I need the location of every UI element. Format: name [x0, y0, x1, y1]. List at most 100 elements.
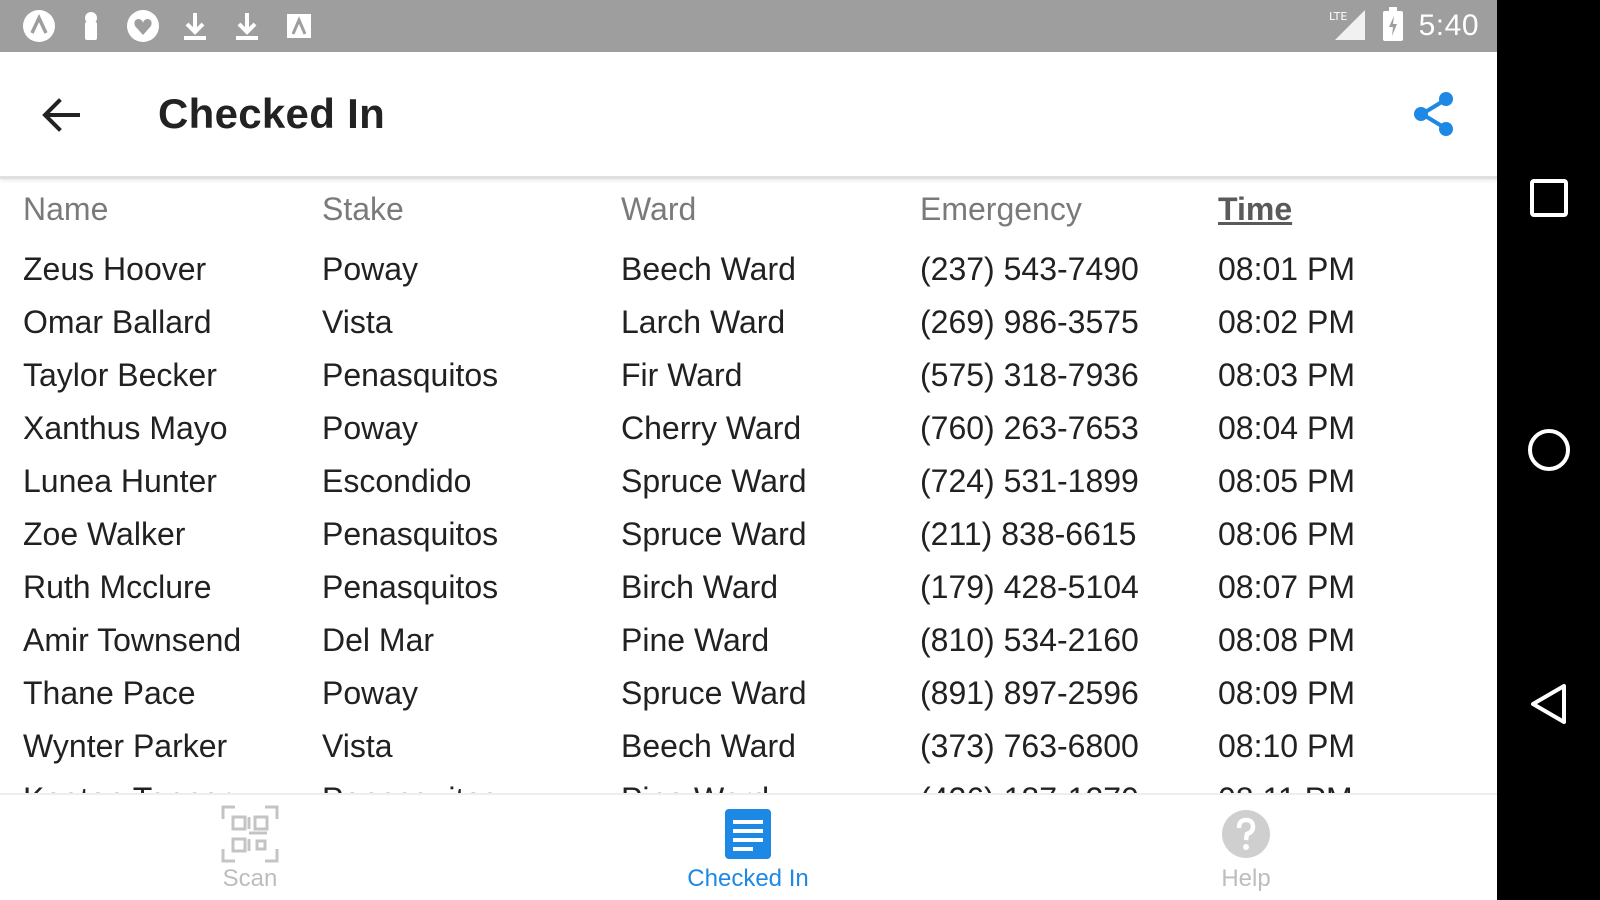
cell-stake: Poway [322, 410, 419, 446]
a-circle-icon [22, 9, 56, 43]
cell-emergency: (373) 763-6800 [920, 728, 1139, 764]
bottom-navigation: Scan Checked In Help [0, 793, 1497, 900]
app-bar: Checked In [0, 52, 1497, 179]
cell-emergency: (426) 187-1270 [920, 773, 1139, 793]
home-circle-icon[interactable] [1526, 427, 1572, 473]
table-row[interactable]: Lunea Hunter Escondido Spruce Ward (724)… [0, 455, 1497, 507]
cell-time: 08:09 PM [1218, 675, 1355, 711]
cell-stake: Escondido [322, 463, 472, 499]
table-row[interactable]: Amir Townsend Del Mar Pine Ward (810) 53… [0, 614, 1497, 666]
cell-time: 08:08 PM [1218, 622, 1355, 658]
checked-in-table: Name Stake Ward Emergency Time Zeus Hoov… [0, 180, 1497, 793]
cell-time: 08:11 PM [1218, 773, 1353, 793]
column-header-emergency[interactable]: Emergency [920, 183, 1082, 235]
cell-time: 08:07 PM [1218, 569, 1355, 605]
nav-item-help[interactable]: Help [1126, 795, 1366, 900]
cell-ward: Spruce Ward [621, 463, 807, 499]
table-row[interactable]: Xanthus Mayo Poway Cherry Ward (760) 263… [0, 402, 1497, 454]
cell-stake: Vista [322, 304, 393, 340]
lte-signal-icon: LTE [1327, 6, 1367, 47]
back-triangle-icon[interactable] [1526, 681, 1572, 727]
status-time: 5:40 [1418, 9, 1479, 42]
system-navigation-bar [1497, 0, 1600, 900]
table-row[interactable]: Ruth Mcclure Penasquitos Birch Ward (179… [0, 561, 1497, 613]
table-row[interactable]: Taylor Becker Penasquitos Fir Ward (575)… [0, 349, 1497, 401]
cell-stake: Vista [322, 728, 393, 764]
cell-time: 08:04 PM [1218, 410, 1355, 446]
cell-emergency: (179) 428-5104 [920, 569, 1139, 605]
table-row[interactable]: Thane Pace Poway Spruce Ward (891) 897-2… [0, 667, 1497, 719]
cell-stake: Penasquitos [322, 516, 499, 552]
status-system: LTE 5:40 [1327, 6, 1479, 46]
qr-code-icon [221, 805, 279, 863]
cell-time: 08:02 PM [1218, 304, 1355, 340]
cell-name: Xanthus Mayo [23, 410, 228, 446]
nav-item-checked-in[interactable]: Checked In [628, 795, 868, 900]
cell-emergency: (211) 838-6615 [920, 516, 1137, 552]
app-screen: LTE 5:40 Checked In Name Stake Ward Emer… [0, 0, 1497, 900]
list-document-icon [719, 805, 777, 863]
cell-name: Zoe Walker [23, 516, 186, 552]
cell-name: Omar Ballard [23, 304, 212, 340]
recents-square-icon[interactable] [1526, 175, 1572, 221]
cell-ward: Beech Ward [621, 251, 796, 287]
cell-name: Wynter Parker [23, 728, 228, 764]
cell-ward: Spruce Ward [621, 675, 807, 711]
download-icon [230, 9, 264, 43]
cell-time: 08:06 PM [1218, 516, 1355, 552]
cell-name: Thane Pace [23, 675, 196, 711]
nav-label: Scan [222, 865, 278, 892]
cell-ward: Larch Ward [621, 304, 786, 340]
table-row[interactable]: Keaton Tanner Penasquitos Pine Ward (426… [0, 773, 1497, 793]
cell-name: Zeus Hoover [23, 251, 207, 287]
cell-ward: Cherry Ward [621, 410, 802, 446]
column-header-stake[interactable]: Stake [322, 183, 404, 235]
cell-ward: Spruce Ward [621, 516, 807, 552]
column-header-name[interactable]: Name [23, 183, 108, 235]
table-row[interactable]: Zeus Hoover Poway Beech Ward (237) 543-7… [0, 243, 1497, 295]
heart-circle-icon [126, 9, 160, 43]
svg-text:LTE: LTE [1329, 10, 1347, 23]
cell-ward: Fir Ward [621, 357, 743, 393]
cell-emergency: (237) 543-7490 [920, 251, 1139, 287]
column-header-time[interactable]: Time [1218, 183, 1292, 235]
column-header-ward[interactable]: Ward [621, 183, 696, 235]
cell-stake: Poway [322, 251, 419, 287]
cell-emergency: (724) 531-1899 [920, 463, 1139, 499]
cell-time: 08:03 PM [1218, 357, 1355, 393]
notification-icon [74, 9, 108, 43]
cell-stake: Penasquitos [322, 773, 498, 793]
status-notifications [22, 8, 316, 44]
cell-name: Amir Townsend [23, 622, 242, 658]
table-row[interactable]: Wynter Parker Vista Beech Ward (373) 763… [0, 720, 1497, 772]
status-bar: LTE 5:40 [0, 0, 1497, 52]
nav-label: Help [1221, 865, 1271, 892]
cell-name: Ruth Mcclure [23, 569, 212, 605]
cell-emergency: (269) 986-3575 [920, 304, 1139, 340]
cell-emergency: (575) 318-7936 [920, 357, 1139, 393]
battery-icon [1381, 6, 1405, 47]
cell-emergency: (810) 534-2160 [920, 622, 1139, 658]
cell-stake: Penasquitos [322, 569, 499, 605]
cell-ward: Pine Ward [621, 622, 770, 658]
table-row[interactable]: Zoe Walker Penasquitos Spruce Ward (211)… [0, 508, 1497, 560]
cell-stake: Poway [322, 675, 419, 711]
nav-item-scan[interactable]: Scan [130, 795, 370, 900]
cell-name: Keaton Tanner [23, 773, 231, 793]
nav-label: Checked In [687, 865, 809, 892]
cell-name: Taylor Becker [23, 357, 217, 393]
cell-emergency: (760) 263-7653 [920, 410, 1139, 446]
cell-stake: Del Mar [322, 622, 435, 658]
cell-name: Lunea Hunter [23, 463, 217, 499]
cell-emergency: (891) 897-2596 [920, 675, 1139, 711]
cell-ward: Pine Ward [621, 773, 769, 793]
table-header: Name Stake Ward Emergency Time [0, 183, 1497, 235]
help-circle-icon [1217, 805, 1275, 863]
cell-ward: Beech Ward [621, 728, 796, 764]
cell-ward: Birch Ward [621, 569, 779, 605]
back-arrow-icon[interactable] [38, 92, 84, 138]
share-icon[interactable] [1409, 89, 1459, 139]
page-title: Checked In [158, 90, 386, 137]
cell-time: 08:01 PM [1218, 251, 1355, 287]
table-row[interactable]: Omar Ballard Vista Larch Ward (269) 986-… [0, 296, 1497, 348]
